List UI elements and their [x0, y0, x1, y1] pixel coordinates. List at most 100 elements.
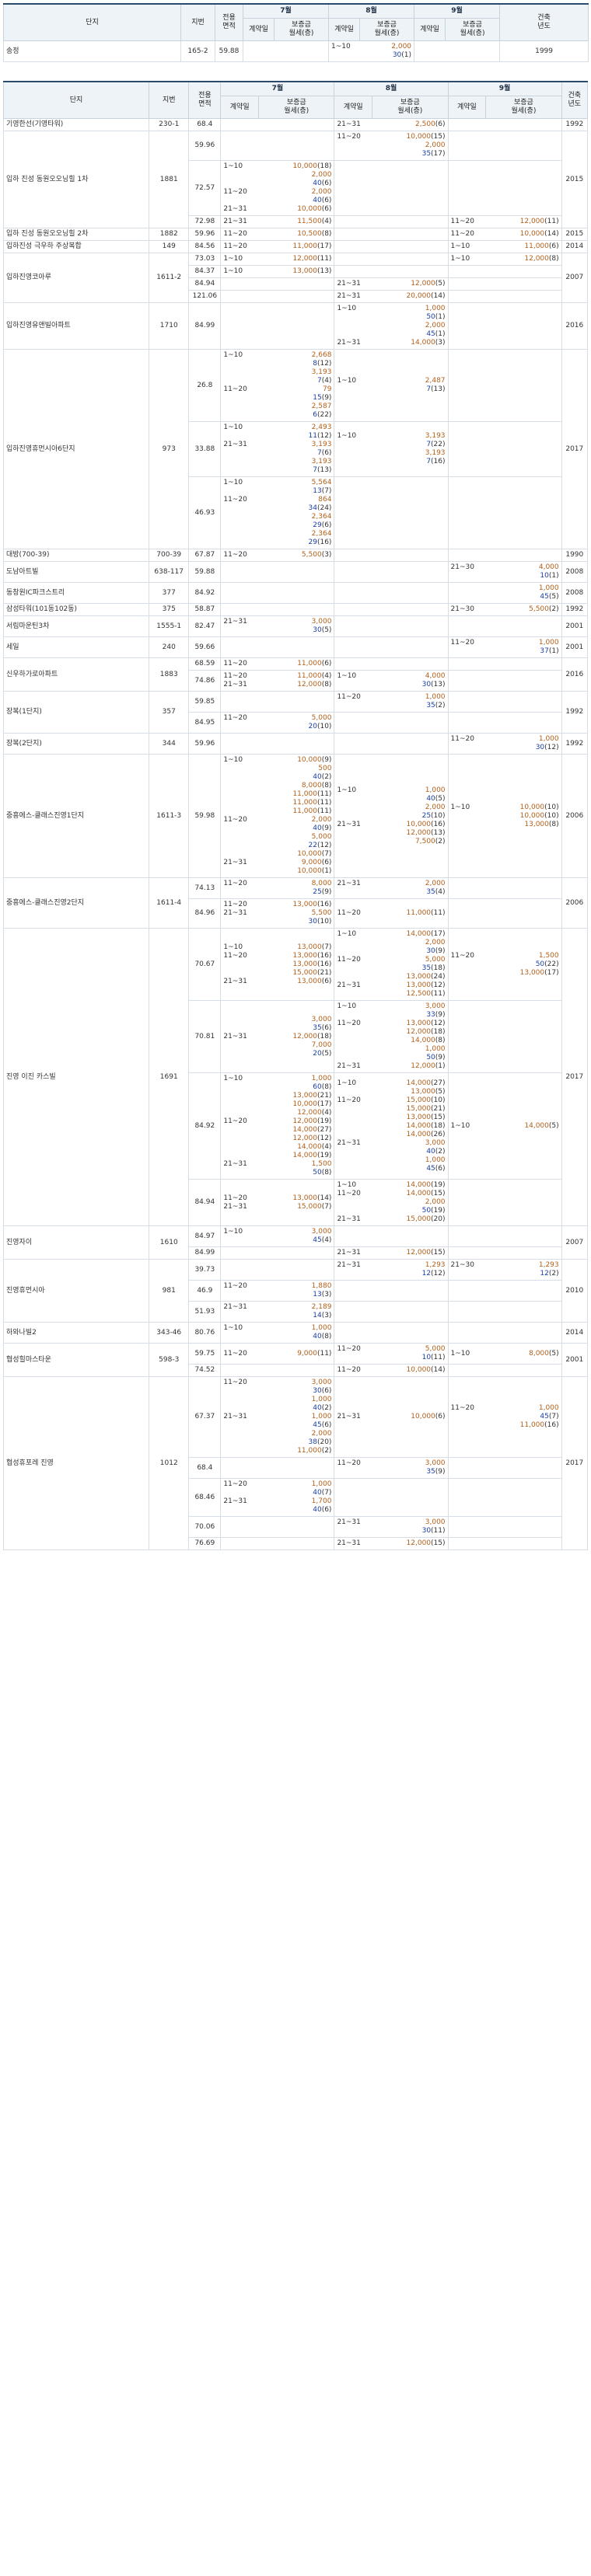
deposit-amount: 2,000 [425, 880, 446, 887]
monthly-rent: 29 [313, 521, 322, 529]
contract-date: 21~31 [337, 820, 361, 828]
contract-date: 11~20 [337, 1345, 361, 1353]
floor: (11) [431, 1354, 446, 1361]
month-cell-m9: 21~30 1,293 12(2) [447, 1259, 562, 1281]
month-cell-m8 [334, 733, 449, 755]
complex-name: 입하진영코아루 [2, 253, 150, 303]
area-value: 68.4 [188, 118, 222, 131]
floor: (6) [321, 977, 332, 985]
contract-date: 1~10 [223, 479, 243, 486]
deposit-amount: 1,000 [311, 1324, 332, 1332]
header-complex: 단지 [3, 3, 181, 41]
monthly-rent-line: 7(13) [337, 385, 445, 394]
header-contract-date: 계약일 [220, 96, 260, 119]
month-cell-m8: 11~20 10,000(14) [334, 1364, 449, 1377]
month-cell-m8: 1~10 14,000(27) 13,000(5) 11~20 15,000(10) 15… [334, 1072, 449, 1180]
area-value: 80.76 [188, 1322, 222, 1344]
monthly-rent-line: 40(8) [223, 1333, 331, 1341]
deposit-value: 3,000 [312, 1379, 332, 1387]
monthly-rent-line: 35(9) [337, 1468, 445, 1476]
contract-date: 11~20 [337, 956, 361, 964]
monthly-rent: 13 [313, 487, 322, 495]
header-deposit-rent: 보증금 월세(층) [445, 18, 501, 41]
floor: (11) [316, 1349, 332, 1358]
deposit-amount: 500 [318, 765, 332, 772]
complex-name: 입하 진성 동원오오닝힐 1차 [2, 131, 150, 228]
transaction-entry: 21~31 15,000(20) [337, 1215, 445, 1224]
monthly-rent-line: 20(10) [223, 723, 332, 731]
transaction-entry: 1~10 11,000(6) [451, 242, 559, 251]
monthly-rent-line: 35(4) [337, 888, 445, 897]
transaction-entry: 13,000(16) [223, 960, 331, 969]
deposit-value: 10,000(10) [520, 812, 559, 821]
complex-name: 입하진영휴먼시아6단지 [2, 349, 150, 549]
floor: (10) [316, 723, 332, 730]
deposit-value: 14,000(27) [292, 1126, 331, 1135]
deposit-amount: 2,000 [311, 1430, 332, 1438]
monthly-rent: 35 [313, 1023, 322, 1032]
deposit-amount: 10,000 [519, 803, 545, 811]
floor: (3) [435, 339, 446, 347]
monthly-rent: 60 [313, 1083, 322, 1091]
floor: (4) [321, 377, 332, 385]
deposit-amount: 12,000 [292, 255, 317, 263]
transaction-entry: 1~10 14,000(17) [337, 930, 445, 939]
transaction-entry: 3,193 [223, 368, 332, 377]
transaction-entry: 1~10 14,000(5) [451, 1122, 559, 1131]
transaction-entry: 21~31 15,000(7) [223, 1203, 331, 1211]
rent-value: 7(16) [426, 458, 445, 466]
monthly-rent-line: 45(7) [451, 1413, 558, 1421]
area-value: 74.13 [188, 877, 222, 899]
month-cell-m9 [447, 160, 562, 216]
year-built: 1992 [561, 733, 589, 755]
transaction-entry: 21~31 20,000(14) [337, 292, 445, 301]
deposit-amount: 5,500 [311, 909, 332, 917]
deposit-value: 4,000 [425, 672, 446, 681]
monthly-rent-line: 30(9) [337, 947, 445, 956]
monthly-rent: 30 [308, 918, 317, 925]
rent-value: 40(2) [313, 773, 331, 782]
year-built: 2017 [561, 349, 589, 549]
month-cell-m8 [334, 215, 449, 228]
deposit-value: 5,500(3) [302, 551, 332, 559]
month-cell-m9: 11~20 1,500 50(22) 13,000(17) [447, 928, 562, 1001]
deposit-amount: 20,000 [406, 292, 432, 300]
deposit-value: 5,564 [312, 479, 332, 487]
transaction-entry: 2,000 [337, 803, 446, 812]
contract-date: 1~10 [223, 1228, 243, 1236]
month-cell-m9: 11~20 1,000 45(7) 11,000(16) [447, 1376, 562, 1458]
floor: (9) [321, 888, 332, 896]
transaction-entry: 500 [223, 765, 331, 773]
rent-value: 50(1) [426, 313, 445, 322]
monthly-rent-line: 34(24) [223, 504, 332, 513]
monthly-rent: 40 [426, 794, 435, 803]
deposit-amount: 12,000 [524, 255, 549, 263]
area-value: 59.85 [188, 691, 222, 713]
year-built: 2007 [561, 1225, 589, 1260]
month-cell-m9 [447, 657, 562, 671]
deposit-amount: 2,500 [415, 120, 435, 128]
transaction-entry: 1~10 10,000(18) [223, 162, 331, 171]
deposit-amount: 14,000 [411, 339, 435, 347]
deposit-amount: 14,000 [292, 1152, 317, 1159]
rent-value: 8(12) [313, 360, 331, 368]
year-built: 2014 [561, 1322, 589, 1344]
deposit-value: 14,000(4) [297, 1143, 331, 1152]
floor: (21) [316, 968, 332, 977]
transaction-entry: 11~20 10,000(14) [451, 230, 559, 239]
rent-value: 40(6) [313, 197, 331, 205]
deposit-amount: 14,000 [406, 1181, 432, 1189]
month-cell-m9: 11~20 1,000 37(1) [447, 636, 562, 658]
monthly-rent-line: 29(16) [223, 539, 332, 547]
deposit-amount: 1,293 [538, 1261, 559, 1269]
monthly-rent: 15 [313, 394, 322, 402]
contract-date: 11~20 [223, 1349, 247, 1358]
area-value: 84.56 [188, 240, 222, 253]
month-cell-m7 [242, 40, 330, 62]
deposit-value: 1,500 [312, 1160, 332, 1169]
table-row: 입하진영휴먼시아6단지 973 26.8 1~10 2,668 8(12) 3,193 7(4… [2, 349, 589, 549]
area-value: 82.47 [188, 615, 222, 637]
floor: (14) [544, 230, 559, 238]
transaction-entry: 11,000(16) [451, 1421, 559, 1430]
deposit-amount: 3,000 [425, 1459, 446, 1467]
